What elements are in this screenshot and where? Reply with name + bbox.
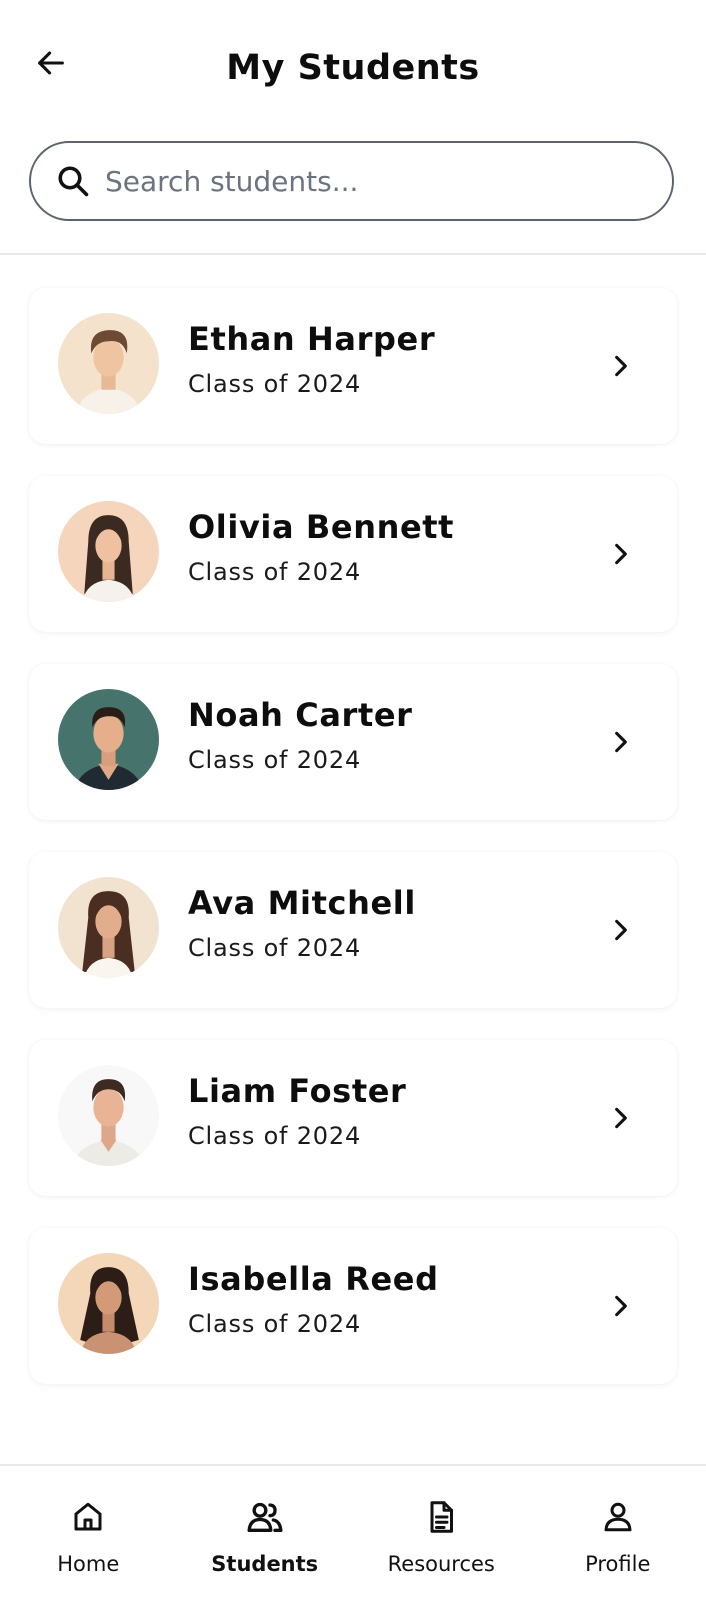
nav-item-home[interactable]: Home — [0, 1466, 177, 1602]
student-class: Class of 2024 — [188, 1310, 361, 1338]
chevron-right-icon — [601, 1286, 641, 1326]
avatar — [58, 1253, 159, 1354]
search-input[interactable] — [105, 165, 625, 198]
student-name: Noah Carter — [188, 696, 413, 734]
header-divider — [0, 253, 706, 255]
student-class: Class of 2024 — [188, 370, 361, 398]
avatar — [58, 877, 159, 978]
header: My Students — [0, 0, 706, 140]
student-name: Isabella Reed — [188, 1260, 439, 1298]
student-card[interactable]: Liam Foster Class of 2024 — [29, 1040, 677, 1196]
student-list: Ethan Harper Class of 2024 Olivia Bennet… — [29, 288, 677, 1416]
student-name: Liam Foster — [188, 1072, 406, 1110]
student-class: Class of 2024 — [188, 558, 361, 586]
bottom-nav: Home Students Resources — [0, 1464, 706, 1602]
nav-item-resources[interactable]: Resources — [353, 1466, 530, 1602]
users-icon — [244, 1496, 286, 1538]
avatar — [58, 313, 159, 414]
search-icon — [53, 161, 93, 201]
student-card[interactable]: Ava Mitchell Class of 2024 — [29, 852, 677, 1008]
student-class: Class of 2024 — [188, 1122, 361, 1150]
student-name: Ethan Harper — [188, 320, 435, 358]
student-card[interactable]: Olivia Bennett Class of 2024 — [29, 476, 677, 632]
student-name: Olivia Bennett — [188, 508, 454, 546]
nav-label: Students — [211, 1552, 318, 1576]
chevron-right-icon — [601, 722, 641, 762]
chevron-right-icon — [601, 346, 641, 386]
nav-label: Profile — [585, 1552, 650, 1576]
user-icon — [597, 1496, 639, 1538]
student-card[interactable]: Ethan Harper Class of 2024 — [29, 288, 677, 444]
chevron-right-icon — [601, 1098, 641, 1138]
search-bar[interactable] — [29, 141, 674, 221]
chevron-right-icon — [601, 910, 641, 950]
nav-label: Resources — [388, 1552, 495, 1576]
avatar — [58, 1065, 159, 1166]
student-card[interactable]: Noah Carter Class of 2024 — [29, 664, 677, 820]
nav-label: Home — [57, 1552, 119, 1576]
chevron-right-icon — [601, 534, 641, 574]
document-icon — [420, 1496, 462, 1538]
page-title: My Students — [0, 48, 706, 88]
student-card[interactable]: Isabella Reed Class of 2024 — [29, 1228, 677, 1384]
nav-item-profile[interactable]: Profile — [530, 1466, 706, 1602]
student-class: Class of 2024 — [188, 934, 361, 962]
avatar — [58, 689, 159, 790]
home-icon — [67, 1496, 109, 1538]
avatar — [58, 501, 159, 602]
student-name: Ava Mitchell — [188, 884, 416, 922]
student-class: Class of 2024 — [188, 746, 361, 774]
nav-item-students[interactable]: Students — [177, 1466, 354, 1602]
